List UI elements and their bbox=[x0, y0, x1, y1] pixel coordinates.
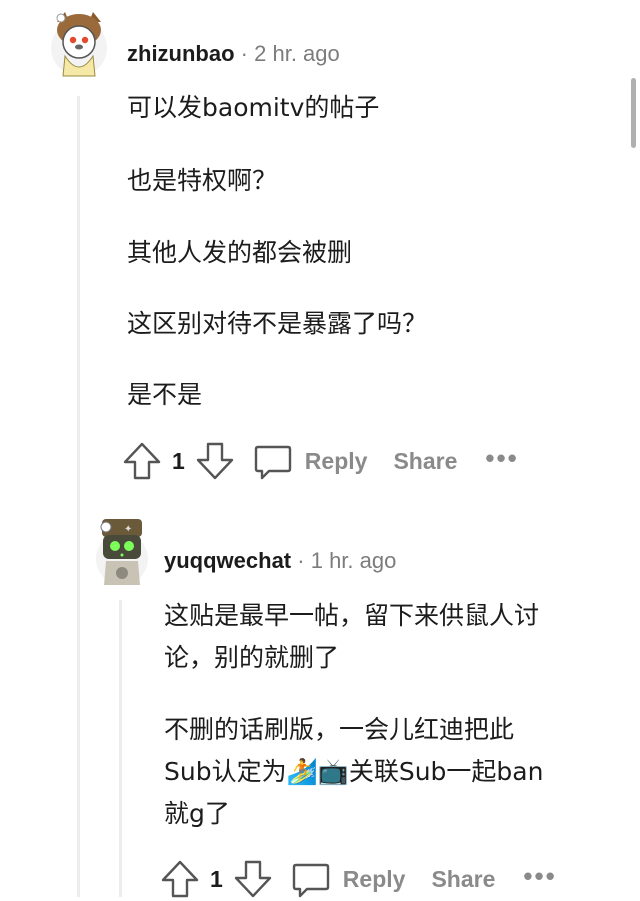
comment-bubble-icon bbox=[292, 863, 329, 898]
comment-paragraph: 是不是 bbox=[127, 380, 203, 409]
share-button[interactable]: Share bbox=[393, 448, 457, 475]
username[interactable]: yuqqwechat bbox=[164, 548, 291, 573]
downvote-icon bbox=[196, 442, 233, 480]
comment-paragraph-line: 论，别的就删了 bbox=[164, 643, 340, 672]
comment-paragraph: 可以发baomitv的帖子 bbox=[127, 93, 380, 122]
comment-1-header: zhizunbao · 2 hr. ago bbox=[127, 41, 340, 67]
downvote-button[interactable] bbox=[195, 441, 235, 481]
svg-text:✦: ✦ bbox=[124, 524, 132, 535]
downvote-button[interactable] bbox=[233, 859, 273, 899]
reply-label: Reply bbox=[304, 447, 368, 474]
avatar-zhizunbao[interactable] bbox=[51, 8, 107, 80]
comment-2-header: yuqqwechat · 1 hr. ago bbox=[164, 548, 396, 574]
comment-1-actions: 1 Reply Share ••• bbox=[122, 439, 519, 483]
comment-2-actions: 1 Reply Share ••• bbox=[160, 857, 557, 901]
comment-paragraph-line: 这贴是最早一帖，留下来供鼠人讨 bbox=[164, 601, 540, 630]
upvote-icon bbox=[161, 860, 199, 898]
more-options-button[interactable]: ••• bbox=[485, 443, 518, 474]
upvote-button[interactable] bbox=[122, 441, 162, 481]
reply-button[interactable]: Reply bbox=[253, 441, 368, 481]
comment-paragraph-line: 不删的话刷版，一会儿红迪把此 bbox=[164, 715, 515, 744]
timestamp[interactable]: 1 hr. ago bbox=[311, 548, 397, 573]
scrollbar-thumb[interactable] bbox=[631, 78, 636, 148]
avatar-owl-icon bbox=[51, 12, 107, 77]
avatar-robot-icon: ✦ bbox=[96, 519, 148, 585]
vote-score: 1 bbox=[210, 865, 223, 892]
upvote-icon bbox=[123, 442, 161, 480]
comment-paragraph-line: 就g了 bbox=[164, 799, 230, 828]
share-button[interactable]: Share bbox=[431, 866, 495, 893]
username[interactable]: zhizunbao bbox=[127, 41, 235, 66]
thread-line-comment-2[interactable] bbox=[119, 600, 122, 897]
separator-dot: · bbox=[297, 548, 305, 573]
vote-score: 1 bbox=[172, 447, 185, 474]
comment-paragraph: 其他人发的都会被删 bbox=[127, 238, 353, 267]
thread-line-comment-1[interactable] bbox=[77, 96, 80, 897]
downvote-icon bbox=[234, 860, 271, 898]
upvote-button[interactable] bbox=[160, 859, 200, 899]
reply-label: Reply bbox=[342, 865, 406, 892]
more-options-button[interactable]: ••• bbox=[523, 861, 556, 892]
avatar-yuqqwechat[interactable]: ✦ bbox=[94, 515, 150, 587]
reply-button[interactable]: Reply bbox=[291, 859, 406, 899]
separator-dot: · bbox=[240, 41, 248, 66]
timestamp[interactable]: 2 hr. ago bbox=[254, 41, 340, 66]
comment-paragraph: 这区别对待不是暴露了吗？ bbox=[127, 309, 428, 338]
comment-bubble-icon bbox=[254, 445, 291, 480]
comment-paragraph: 也是特权啊？ bbox=[127, 166, 278, 195]
comment-paragraph-line: Sub认定为🏄📺关联Sub一起ban bbox=[164, 757, 544, 786]
